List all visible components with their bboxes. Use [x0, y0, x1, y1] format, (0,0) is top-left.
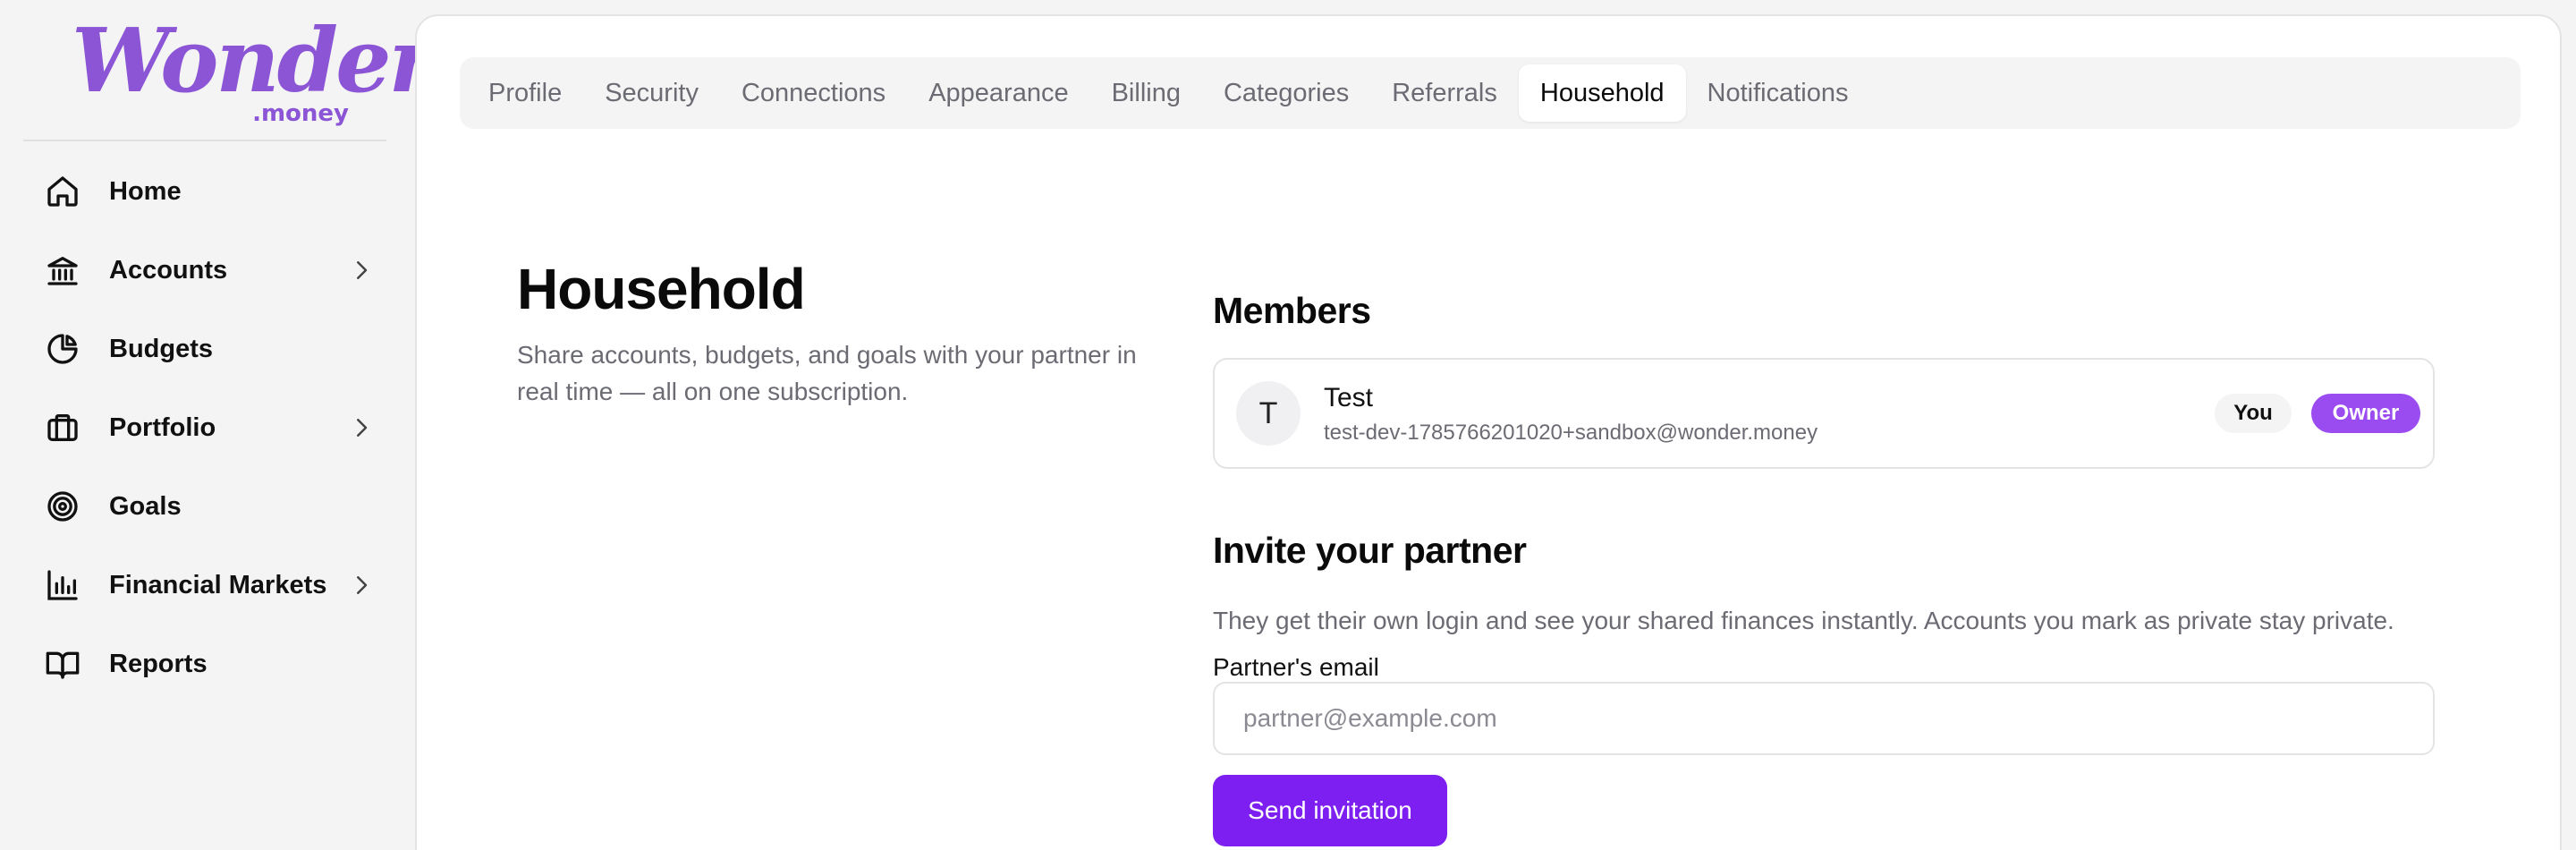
bank-icon	[43, 251, 82, 290]
briefcase-icon	[43, 408, 82, 447]
invite-title: Invite your partner	[1213, 530, 1527, 571]
tab-categories[interactable]: Categories	[1202, 64, 1370, 122]
sidebar-item-label: Home	[109, 176, 182, 206]
bar-chart-icon	[43, 565, 82, 605]
tab-appearance[interactable]: Appearance	[907, 64, 1089, 122]
members-title: Members	[1213, 290, 1371, 331]
owner-badge: Owner	[2311, 394, 2420, 433]
page-description: Share accounts, budgets, and goals with …	[517, 341, 1137, 405]
sidebar-item-label: Budgets	[109, 334, 213, 363]
logo-suffix: .money	[252, 100, 349, 127]
tab-notifications[interactable]: Notifications	[1686, 64, 1870, 122]
tab-security[interactable]: Security	[583, 64, 720, 122]
main-panel: Profile Security Connections Appearance …	[415, 14, 2562, 850]
logo-wordmark: Wonder	[72, 10, 435, 113]
avatar: T	[1236, 381, 1301, 446]
tab-connections[interactable]: Connections	[720, 64, 907, 122]
sidebar-item-label: Goals	[109, 491, 182, 521]
target-icon	[43, 487, 82, 526]
sidebar-item-budgets[interactable]: Budgets	[23, 310, 381, 388]
sidebar-item-financial-markets[interactable]: Financial Markets	[23, 546, 381, 625]
tab-referrals[interactable]: Referrals	[1370, 64, 1519, 122]
send-invitation-button[interactable]: Send invitation	[1213, 775, 1447, 846]
pie-chart-icon	[43, 329, 82, 369]
book-icon	[43, 644, 82, 684]
tab-household[interactable]: Household	[1518, 64, 1686, 122]
sidebar-nav: Home Accounts Budgets Portfolio Goals Fi…	[23, 152, 381, 703]
household-intro: Household Share accounts, budgets, and g…	[517, 256, 1143, 410]
sidebar-item-goals[interactable]: Goals	[23, 467, 381, 546]
tab-profile[interactable]: Profile	[467, 64, 583, 122]
sidebar-item-label: Portfolio	[109, 412, 216, 442]
partner-email-input[interactable]	[1213, 682, 2435, 755]
chevron-right-icon[interactable]	[342, 565, 381, 605]
sidebar-item-accounts[interactable]: Accounts	[23, 231, 381, 310]
invite-description: They get their own login and see your sh…	[1213, 607, 2394, 634]
sidebar-item-label: Accounts	[109, 255, 228, 285]
chevron-right-icon[interactable]	[342, 408, 381, 447]
you-badge: You	[2215, 394, 2292, 433]
member-name: Test	[1324, 383, 1374, 412]
sidebar-divider	[23, 140, 386, 141]
partner-email-label: Partner's email	[1213, 653, 1379, 681]
sidebar: Wonder .money Home Accounts Budgets Port…	[0, 0, 435, 850]
tab-billing[interactable]: Billing	[1090, 64, 1202, 122]
wonder-money-logo[interactable]: Wonder .money	[72, 18, 435, 128]
page-title: Household	[517, 257, 806, 321]
sidebar-item-reports[interactable]: Reports	[23, 625, 381, 703]
member-card: T Test test-dev-1785766201020+sandbox@wo…	[1213, 358, 2435, 469]
home-icon	[43, 172, 82, 211]
sidebar-item-label: Financial Markets	[109, 570, 327, 599]
sidebar-item-label: Reports	[109, 649, 208, 678]
member-email: test-dev-1785766201020+sandbox@wonder.mo…	[1324, 421, 1818, 445]
chevron-right-icon[interactable]	[342, 251, 381, 290]
sidebar-item-portfolio[interactable]: Portfolio	[23, 388, 381, 467]
settings-tabs: Profile Security Connections Appearance …	[460, 57, 2521, 129]
sidebar-item-home[interactable]: Home	[23, 152, 381, 231]
